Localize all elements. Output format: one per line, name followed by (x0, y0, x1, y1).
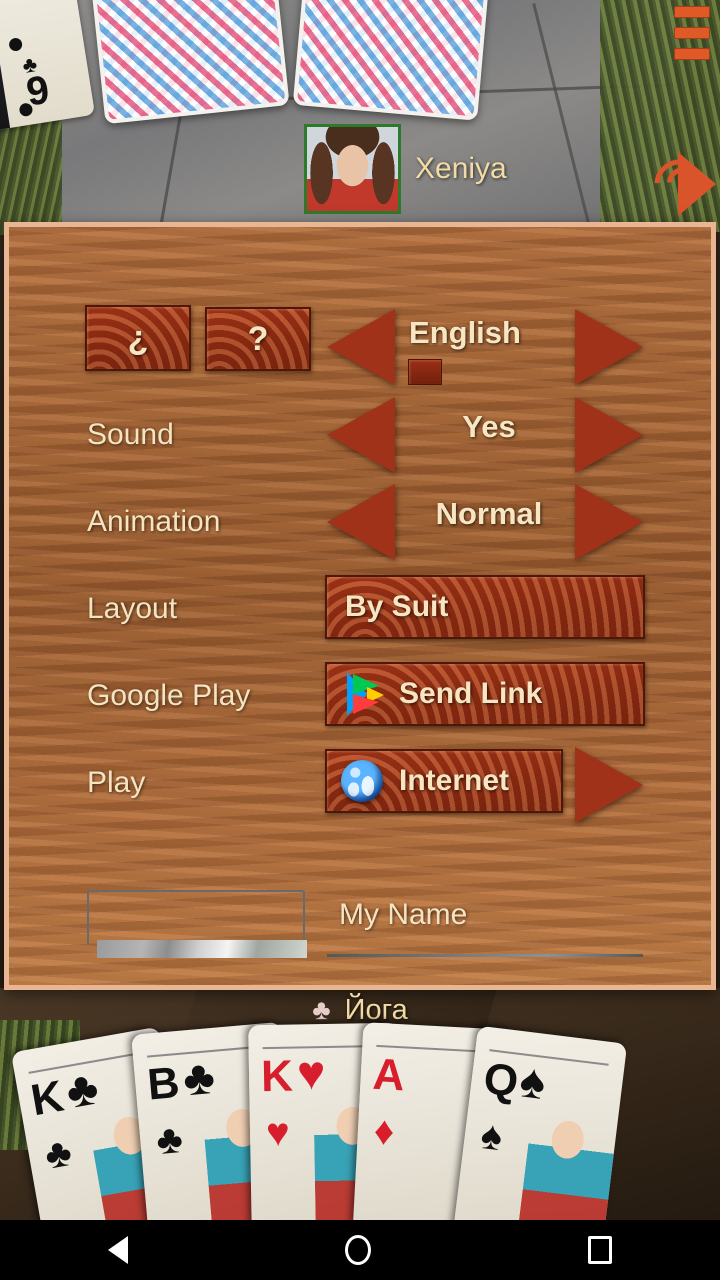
help-inverted-question-button[interactable]: ¿ (85, 305, 191, 371)
card-rank: B (145, 1058, 182, 1110)
settings-row-layout: Layout By Suit (9, 567, 720, 651)
card-suit-small: ♣ (41, 1129, 76, 1178)
language-value: English (409, 315, 521, 350)
card-suit: ♠ (516, 1054, 549, 1111)
settings-row-language: ¿ ? English (9, 305, 720, 389)
card-suit: ♥ (296, 1046, 326, 1101)
hand-card[interactable]: Q ♠ ♠ (452, 1025, 628, 1253)
next-animation-arrow[interactable] (575, 484, 643, 560)
play-label: Play (87, 766, 146, 799)
settings-row-animation: Animation Normal (9, 480, 720, 564)
animation-value: Normal (435, 496, 543, 531)
animation-label: Animation (87, 505, 221, 538)
layout-value-button[interactable]: By Suit (325, 575, 645, 639)
language-flag-swatch[interactable] (408, 359, 442, 385)
previous-animation-arrow[interactable] (327, 484, 395, 560)
my-name-input[interactable] (327, 954, 643, 957)
menu-bar (674, 27, 710, 39)
card-rank: A (371, 1049, 406, 1101)
card-rank: K (260, 1051, 294, 1102)
android-navigation-bar (0, 1220, 720, 1280)
help-question-button[interactable]: ? (205, 307, 311, 371)
next-language-arrow[interactable] (575, 309, 643, 385)
settings-row-sound: Sound Yes (9, 393, 720, 477)
menu-bar (674, 6, 710, 18)
play-start-arrow[interactable] (575, 747, 643, 823)
speaker-cone (678, 152, 716, 216)
my-avatar-thumbnail[interactable] (87, 890, 305, 946)
card-suit-small: ♥ (265, 1110, 291, 1156)
card-rank: K (27, 1071, 68, 1126)
card-suit: ♣ (62, 1061, 103, 1120)
my-name-label: My Name (339, 898, 468, 931)
card-rank: Q (481, 1053, 521, 1107)
card-suit-small: ♦ (372, 1108, 396, 1154)
layout-value: By Suit (345, 590, 449, 623)
opponent-name: Xeniya (415, 152, 507, 185)
previous-language-arrow[interactable] (327, 309, 395, 385)
avatar[interactable] (304, 124, 401, 214)
send-link-label: Send Link (399, 677, 543, 710)
app-screen: ♣ 9 Xeniya ¿ ? English Sound Yes Animati… (0, 0, 720, 1280)
card-suit-small: ♣ (154, 1116, 185, 1164)
google-play-label: Google Play (87, 679, 251, 712)
layout-label: Layout (87, 592, 178, 625)
name-entry-area: My Name (9, 882, 720, 982)
previous-sound-arrow[interactable] (327, 397, 395, 473)
player-hand: K ♣ ♣ B ♣ ♣ K ♥ ♥ A ♦ Q ♠ ♠ (0, 1020, 720, 1260)
home-button[interactable] (344, 1235, 371, 1265)
play-mode-label: Internet (399, 764, 510, 797)
settings-panel: ¿ ? English Sound Yes Animation Normal L… (4, 222, 716, 990)
hamburger-menu-icon[interactable] (674, 6, 710, 68)
next-sound-arrow[interactable] (575, 397, 643, 473)
google-play-icon (345, 672, 385, 716)
sound-value: Yes (462, 409, 516, 444)
card-suit-small: ♠ (478, 1112, 505, 1160)
settings-row-play: Play Internet (9, 741, 720, 825)
sound-label: Sound (87, 418, 174, 451)
recents-button[interactable] (587, 1236, 612, 1264)
table-card-back (292, 0, 493, 121)
gp-red (353, 694, 379, 714)
globe-internet-icon (341, 760, 383, 802)
card-pip-dot (8, 37, 24, 52)
play-mode-button[interactable]: Internet (325, 749, 563, 813)
settings-row-google-play: Google Play Send Link (9, 654, 720, 738)
opponent-player: Xeniya (304, 124, 507, 214)
card-suit: ♣ (180, 1050, 217, 1107)
back-button[interactable] (108, 1236, 129, 1264)
speaker-on-icon[interactable] (645, 146, 718, 222)
table-card-back (87, 0, 290, 125)
avatar-image-strip (97, 940, 307, 958)
card-edge (0, 0, 11, 132)
menu-bar (674, 48, 710, 60)
send-link-button[interactable]: Send Link (325, 662, 645, 726)
